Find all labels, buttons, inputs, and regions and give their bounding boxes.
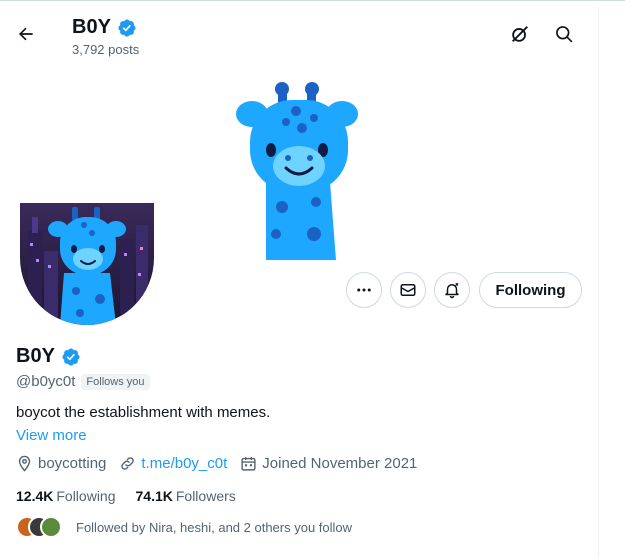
view-more-link[interactable]: View more bbox=[16, 427, 87, 444]
followed-by-text: Followed by Nira, heshi, and 2 others yo… bbox=[76, 519, 353, 535]
notifications-icon bbox=[445, 282, 459, 299]
following-label: Following bbox=[56, 488, 116, 504]
joined-item: Joined November 2021 bbox=[240, 455, 417, 472]
followers-count: 74.1K bbox=[135, 488, 173, 504]
message-button[interactable] bbox=[390, 272, 426, 308]
grok-button[interactable] bbox=[506, 20, 534, 48]
verified-badge-icon bbox=[118, 18, 136, 37]
profile-meta: boycotting t.me/b0y_c0t Joined November … bbox=[16, 455, 430, 472]
profile-avatar[interactable] bbox=[16, 203, 158, 325]
follows-you-badge: Follows you bbox=[81, 373, 150, 390]
post-count: 3,792 posts bbox=[72, 42, 140, 57]
calendar-icon bbox=[241, 457, 256, 471]
profile-name-row: B0Y bbox=[16, 345, 81, 368]
website-item: t.me/b0y_c0t bbox=[119, 455, 227, 472]
back-arrow-icon bbox=[18, 27, 33, 41]
followers-count-link[interactable]: 74.1K Followers bbox=[136, 488, 236, 504]
more-button[interactable] bbox=[346, 272, 382, 308]
following-count-link[interactable]: 12.4K Following bbox=[16, 488, 116, 504]
notifications-button[interactable] bbox=[434, 272, 470, 308]
website-link[interactable]: t.me/b0y_c0t bbox=[141, 455, 227, 472]
search-icon bbox=[556, 26, 573, 43]
link-icon bbox=[121, 457, 135, 470]
following-count: 12.4K bbox=[16, 488, 54, 504]
profile-name: B0Y bbox=[16, 345, 55, 367]
message-icon bbox=[400, 284, 416, 296]
handle-row: @b0yc0t Follows you bbox=[16, 373, 150, 390]
following-button[interactable]: Following bbox=[479, 272, 582, 308]
header-title-row: B0Y bbox=[72, 16, 137, 39]
profile-bio: boycot the establishment with memes. bbox=[16, 404, 271, 421]
profile-handle: @b0yc0t bbox=[16, 373, 76, 390]
profile-header: B0Y 3,792 posts bbox=[0, 6, 598, 62]
avatar-image bbox=[20, 203, 154, 325]
followed-by-row[interactable]: Followed by Nira, heshi, and 2 others yo… bbox=[16, 516, 352, 538]
follower-avatars bbox=[16, 516, 66, 538]
giraffe-banner-image bbox=[236, 82, 358, 260]
search-button[interactable] bbox=[550, 20, 578, 48]
follower-avatar bbox=[40, 516, 62, 538]
joined-text: Joined November 2021 bbox=[262, 455, 418, 472]
more-icon bbox=[357, 288, 371, 292]
verified-badge-icon[interactable] bbox=[61, 347, 81, 367]
location-icon bbox=[18, 455, 31, 472]
follow-counts: 12.4K Following 74.1K Followers bbox=[16, 488, 236, 504]
column-border bbox=[598, 6, 599, 558]
followers-label: Followers bbox=[175, 488, 236, 504]
location-item: boycotting bbox=[16, 455, 106, 472]
grok-icon bbox=[512, 26, 528, 42]
back-button[interactable] bbox=[12, 20, 40, 48]
location-text: boycotting bbox=[38, 455, 107, 472]
header-title: B0Y bbox=[72, 16, 111, 38]
